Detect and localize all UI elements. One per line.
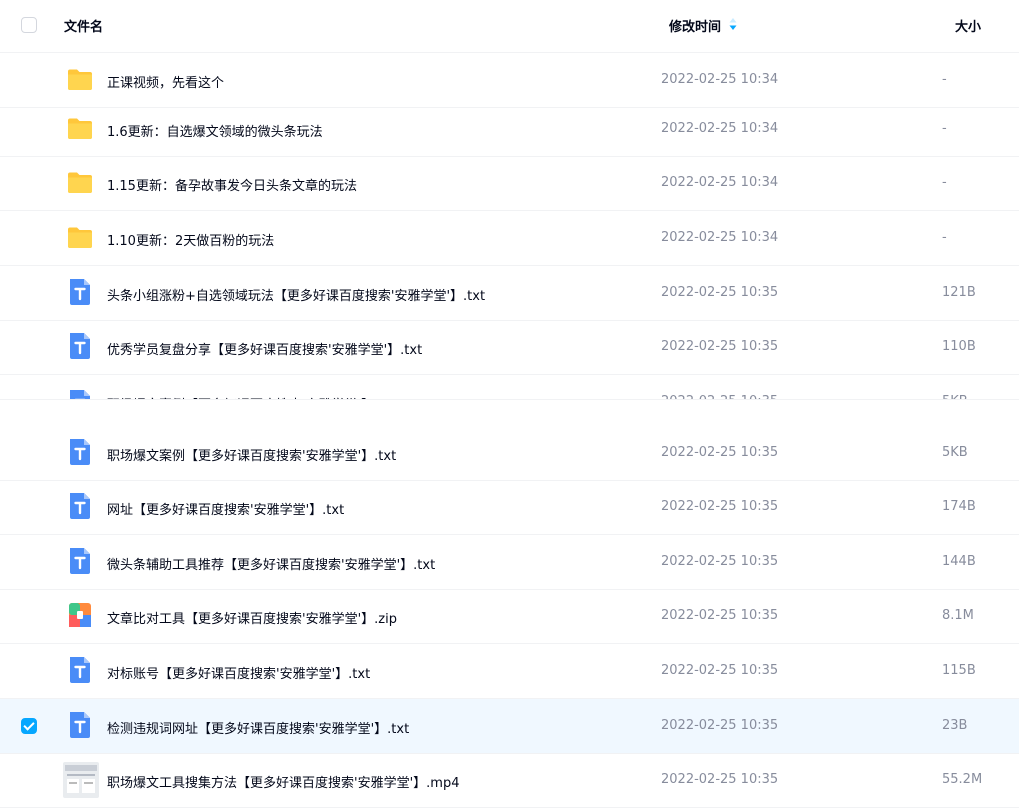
file-name[interactable]: 头条小组涨粉+自选领域玩法【更多好课百度搜索'安雅学堂'】.txt: [107, 285, 485, 304]
select-all-checkbox[interactable]: [21, 17, 37, 33]
file-modified-time: 2022-02-25 10:35: [661, 445, 779, 460]
text-file-icon: [67, 656, 93, 684]
text-file-icon: [67, 278, 93, 306]
file-modified-time: 2022-02-25 10:35: [661, 772, 779, 787]
column-header-size[interactable]: 大小: [955, 16, 981, 35]
text-file-icon: [67, 547, 93, 575]
file-name[interactable]: 对标账号【更多好课百度搜索'安雅学堂'】.txt: [107, 663, 370, 682]
file-row[interactable]: 职场爆文工具搜集方法【更多好课百度搜索'安雅学堂'】.mp4 2022-02-25…: [0, 753, 1019, 808]
file-size: -: [942, 121, 947, 136]
file-name[interactable]: 职场爆文案例【更多好课百度搜索'安雅学堂'】.txt: [107, 394, 396, 399]
folder-row[interactable]: 1.10更新：2天做百粉的玩法 2022-02-25 10:34 -: [0, 211, 1019, 266]
file-modified-time: 2022-02-25 10:34: [661, 175, 779, 190]
folder-icon: [67, 65, 93, 93]
file-size: -: [942, 175, 947, 190]
file-name[interactable]: 职场爆文案例【更多好课百度搜索'安雅学堂'】.txt: [107, 445, 396, 464]
file-modified-time: 2022-02-25 10:34: [661, 230, 779, 245]
file-modified-time: 2022-02-25 10:34: [661, 72, 779, 87]
file-row[interactable]: 网址【更多好课百度搜索'安雅学堂'】.txt 2022-02-25 10:35 17…: [0, 480, 1019, 535]
video-thumbnail-icon: [63, 762, 99, 798]
file-size: 8.1M: [942, 608, 974, 623]
zip-file-icon: [67, 601, 93, 629]
file-size: 174B: [942, 499, 976, 514]
file-name[interactable]: 微头条辅助工具推荐【更多好课百度搜索'安雅学堂'】.txt: [107, 554, 435, 573]
file-name[interactable]: 网址【更多好课百度搜索'安雅学堂'】.txt: [107, 499, 344, 518]
text-file-icon: [67, 332, 93, 360]
column-header-name[interactable]: 文件名: [64, 16, 103, 35]
text-file-icon: [67, 438, 93, 466]
file-modified-time: 2022-02-25 10:35: [661, 663, 779, 678]
file-name[interactable]: 1.15更新：备孕故事发今日头条文章的玩法: [107, 175, 357, 194]
file-size: 55.2M: [942, 772, 983, 787]
text-file-icon: [67, 389, 93, 399]
file-row[interactable]: 职场爆文案例【更多好课百度搜索'安雅学堂'】.txt 2022-02-25 10:…: [0, 426, 1019, 481]
text-file-icon: [67, 492, 93, 520]
file-size: 5KB: [942, 445, 968, 460]
file-modified-time: 2022-02-25 10:35: [661, 499, 779, 514]
file-modified-time: 2022-02-25 10:35: [661, 339, 779, 354]
file-name[interactable]: 正课视频，先看这个: [107, 72, 224, 91]
file-size: 115B: [942, 663, 976, 678]
file-size: 121B: [942, 285, 976, 300]
file-size: 110B: [942, 339, 976, 354]
column-header-modified-time[interactable]: 修改时间: [669, 16, 721, 35]
file-row[interactable]: 对标账号【更多好课百度搜索'安雅学堂'】.txt 2022-02-25 10:35…: [0, 644, 1019, 699]
folder-row[interactable]: 1.15更新：备孕故事发今日头条文章的玩法 2022-02-25 10:34 -: [0, 156, 1019, 211]
file-size: 23B: [942, 718, 968, 733]
file-name[interactable]: 1.6更新：自选爆文领域的微头条玩法: [107, 121, 323, 140]
file-name[interactable]: 文章比对工具【更多好课百度搜索'安雅学堂'】.zip: [107, 608, 397, 627]
file-modified-time: 2022-02-25 10:34: [661, 121, 779, 136]
text-file-icon: [67, 711, 93, 739]
file-size: -: [942, 230, 947, 245]
file-modified-time: 2022-02-25 10:35: [661, 718, 779, 733]
file-modified-time: 2022-02-25 10:35: [661, 554, 779, 569]
file-size: 144B: [942, 554, 976, 569]
file-row[interactable]: 职场爆文案例【更多好课百度搜索'安雅学堂'】.txt 2022-02-25 10:…: [0, 375, 1019, 400]
sort-descending-icon[interactable]: [729, 18, 737, 30]
folder-row[interactable]: 正课视频，先看这个 2022-02-25 10:34 -: [0, 53, 1019, 108]
file-modified-time: 2022-02-25 10:35: [661, 608, 779, 623]
row-checkbox[interactable]: [21, 718, 37, 734]
file-name[interactable]: 优秀学员复盘分享【更多好课百度搜索'安雅学堂'】.txt: [107, 339, 422, 358]
file-size: 5KB: [942, 394, 968, 399]
folder-icon: [67, 168, 93, 196]
file-modified-time: 2022-02-25 10:35: [661, 394, 778, 399]
file-row[interactable]: 优秀学员复盘分享【更多好课百度搜索'安雅学堂'】.txt 2022-02-25 1…: [0, 320, 1019, 375]
file-modified-time: 2022-02-25 10:35: [661, 285, 779, 300]
file-row[interactable]: 文章比对工具【更多好课百度搜索'安雅学堂'】.zip 2022-02-25 10:…: [0, 589, 1019, 644]
file-row[interactable]: 检测违规词网址【更多好课百度搜索'安雅学堂'】.txt 2022-02-25 10…: [0, 699, 1019, 754]
folder-icon: [67, 114, 93, 142]
file-name[interactable]: 1.10更新：2天做百粉的玩法: [107, 230, 274, 249]
file-name[interactable]: 检测违规词网址【更多好课百度搜索'安雅学堂'】.txt: [107, 718, 409, 737]
file-row[interactable]: 微头条辅助工具推荐【更多好课百度搜索'安雅学堂'】.txt 2022-02-25 …: [0, 535, 1019, 590]
file-size: -: [942, 72, 947, 87]
file-list-header: 文件名 修改时间 大小: [0, 0, 1019, 53]
folder-icon: [67, 223, 93, 251]
folder-row[interactable]: 1.6更新：自选爆文领域的微头条玩法 2022-02-25 10:34 -: [0, 102, 1019, 157]
file-row[interactable]: 头条小组涨粉+自选领域玩法【更多好课百度搜索'安雅学堂'】.txt 2022-02…: [0, 266, 1019, 321]
file-name[interactable]: 职场爆文工具搜集方法【更多好课百度搜索'安雅学堂'】.mp4: [107, 772, 459, 791]
